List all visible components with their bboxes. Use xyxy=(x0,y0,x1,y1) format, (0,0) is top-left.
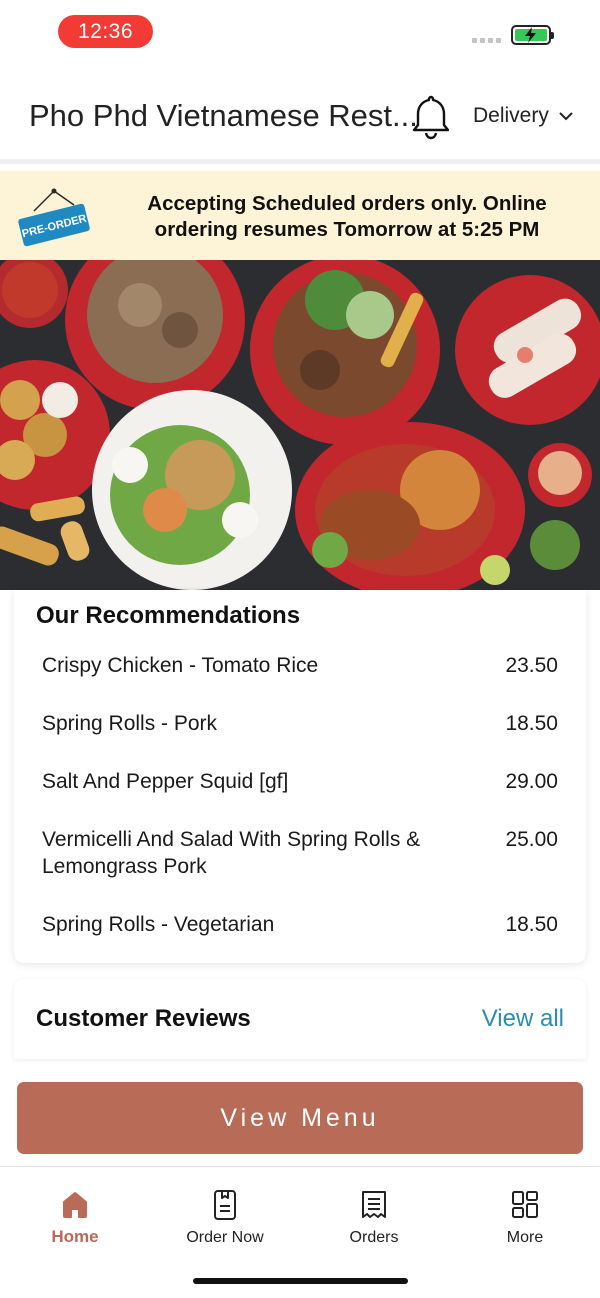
item-price: 25.00 xyxy=(505,828,558,851)
order-device-icon xyxy=(214,1190,236,1220)
item-name: Spring Rolls - Pork xyxy=(42,712,218,735)
restaurant-title: Pho Phd Vietnamese Rest... xyxy=(29,98,418,133)
tab-more[interactable]: More xyxy=(465,1189,585,1247)
receipt-icon xyxy=(362,1191,386,1218)
item-name: Spring Rolls - Vegetarian xyxy=(42,913,275,936)
chevron-down-icon xyxy=(559,112,573,121)
status-time: 12:36 xyxy=(58,15,153,48)
tab-label: Orders xyxy=(349,1229,399,1246)
grid-icon xyxy=(512,1191,538,1218)
recommendations-title: Our Recommendations xyxy=(36,602,301,629)
tab-label: Home xyxy=(51,1227,99,1246)
tab-label: More xyxy=(506,1229,544,1246)
tab-label: Order Now xyxy=(186,1229,264,1246)
reviews-title: Customer Reviews xyxy=(36,1005,251,1032)
delivery-label: Delivery xyxy=(473,104,549,127)
view-menu-button[interactable]: View Menu xyxy=(17,1082,583,1154)
home-icon xyxy=(63,1192,87,1218)
hero-food-image xyxy=(0,260,600,590)
bell-icon[interactable] xyxy=(411,92,451,145)
tab-order-now[interactable]: Order Now xyxy=(165,1189,285,1247)
tab-orders[interactable]: Orders xyxy=(314,1189,434,1247)
tab-home[interactable]: Home xyxy=(15,1189,135,1247)
preorder-banner: PRE-ORDER Accepting Scheduled orders onl… xyxy=(0,171,600,260)
home-indicator xyxy=(193,1278,408,1284)
item-name: Salt And Pepper Squid [gf] xyxy=(42,770,289,793)
delivery-mode-select[interactable]: Delivery xyxy=(473,104,573,128)
view-all-reviews-link[interactable]: View all xyxy=(482,1005,564,1033)
preorder-sign-icon: PRE-ORDER xyxy=(14,187,94,254)
app-header: Pho Phd Vietnamese Rest... Delivery xyxy=(0,64,600,164)
item-price: 18.50 xyxy=(505,712,558,735)
banner-message: Accepting Scheduled orders only. Online … xyxy=(147,192,547,241)
status-bar: 12:36 xyxy=(0,0,600,64)
item-price: 23.50 xyxy=(505,654,558,677)
recommendations-card: Our Recommendations Crispy Chicken - Tom… xyxy=(14,590,586,963)
item-price: 29.00 xyxy=(505,770,558,793)
item-price: 18.50 xyxy=(505,913,558,936)
customer-reviews-card: Customer Reviews View all xyxy=(14,979,586,1059)
item-name: Crispy Chicken - Tomato Rice xyxy=(42,654,319,677)
signal-icon xyxy=(472,38,501,43)
battery-icon xyxy=(511,25,554,45)
item-name: Vermicelli And Salad With Spring Rolls &… xyxy=(42,828,421,878)
